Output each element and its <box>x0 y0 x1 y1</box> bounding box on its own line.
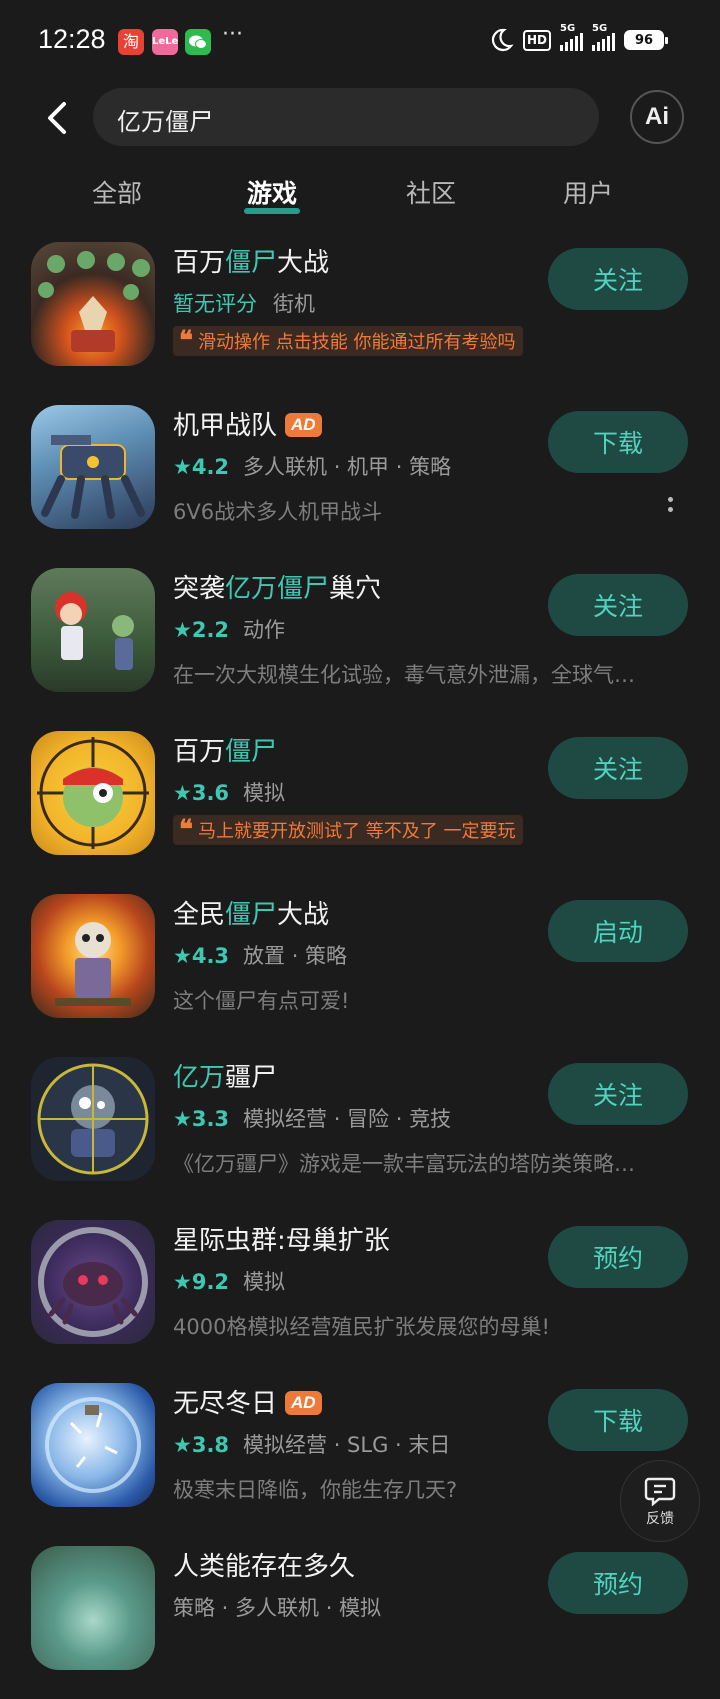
game-meta: ★9.2 模拟 <box>173 1270 286 1294</box>
rating: ★2.2 <box>173 618 230 642</box>
tab-all[interactable]: 全部 <box>92 174 142 210</box>
game-title: 百万僵尸大战 <box>173 248 330 278</box>
game-meta: ★4.3 放置 · 策略 <box>173 944 348 968</box>
status-right: HD 5G 5G 96 <box>488 23 668 53</box>
game-title: 机甲战队 AD <box>173 405 322 442</box>
game-description: 4000格模拟经营殖民扩张发展您的母巢! <box>173 1315 550 1339</box>
game-icon <box>31 1383 155 1507</box>
search-tabs: 全部 游戏 社区 用户 <box>0 168 720 220</box>
more-options-icon[interactable] <box>668 497 674 517</box>
game-title: 星际虫群:母巢扩张 <box>173 1226 390 1256</box>
game-title: 亿万疆尸 <box>173 1063 278 1093</box>
ad-badge: AD <box>285 413 322 437</box>
game-description: 在一次大规模生化试验，毒气意外泄漏，全球气… <box>173 663 635 687</box>
signal-icon-1: 5G <box>560 23 583 51</box>
game-icon <box>31 731 155 855</box>
search-query: 亿万僵尸 <box>117 108 213 136</box>
game-icon <box>31 568 155 692</box>
launch-button[interactable]: 启动 <box>548 900 688 962</box>
game-meta: 暂无评分 街机 <box>173 292 315 316</box>
game-icon <box>31 405 155 529</box>
follow-button[interactable]: 关注 <box>548 737 688 799</box>
rating: ★9.2 <box>173 1270 230 1294</box>
game-icon <box>31 1057 155 1181</box>
rating: ★3.8 <box>173 1433 230 1457</box>
tab-underline <box>243 208 301 214</box>
list-item[interactable]: 无尽冬日 AD ★3.8 模拟经营 · SLG · 末日 极寒末日降临，你能生存几天… <box>0 1373 720 1536</box>
game-meta: 策略 · 多人联机 · 模拟 <box>173 1596 382 1620</box>
game-title: 突袭亿万僵尸巢穴 <box>173 574 382 604</box>
game-icon <box>31 894 155 1018</box>
list-item[interactable]: 人类能存在多久 策略 · 多人联机 · 模拟 预约 <box>0 1536 720 1699</box>
download-button[interactable]: 下载 <box>548 1389 688 1451</box>
tab-games[interactable]: 游戏 <box>243 174 301 214</box>
list-item[interactable]: 机甲战队 AD ★4.2 多人联机 · 机甲 · 策略 6V6战术多人机甲战斗 下载 <box>0 395 720 558</box>
more-notifications-icon: ··· <box>222 22 243 47</box>
list-item[interactable]: 全民僵尸大战 ★4.3 放置 · 策略 这个僵尸有点可爱! 启动 <box>0 884 720 1047</box>
ai-assistant-button[interactable]: Ai <box>630 90 684 144</box>
follow-button[interactable]: 关注 <box>548 1063 688 1125</box>
game-description: 极寒末日降临，你能生存几天? <box>173 1478 458 1502</box>
status-time: 12:28 <box>38 24 106 54</box>
game-meta: ★3.8 模拟经营 · SLG · 末日 <box>173 1433 451 1457</box>
game-meta: ★2.2 动作 <box>173 618 286 642</box>
battery-icon: 96 <box>624 30 668 50</box>
game-icon <box>31 1220 155 1344</box>
quote-icon: ❝ <box>179 815 193 845</box>
back-arrow-icon[interactable] <box>40 100 76 136</box>
game-meta: ★3.6 模拟 <box>173 781 286 805</box>
list-item[interactable]: 百万僵尸 ★3.6 模拟 ❝ 马上就要开放测试了 等不及了 一定要玩 关注 <box>0 721 720 884</box>
reserve-button[interactable]: 预约 <box>548 1552 688 1614</box>
game-title: 无尽冬日 AD <box>173 1383 322 1420</box>
tab-users[interactable]: 用户 <box>563 174 613 210</box>
game-meta: ★4.2 多人联机 · 机甲 · 策略 <box>173 455 452 479</box>
signal-icon-2: 5G <box>592 23 615 51</box>
search-input[interactable]: 亿万僵尸 <box>93 88 599 146</box>
game-icon <box>31 1546 155 1670</box>
list-item[interactable]: 星际虫群:母巢扩张 ★9.2 模拟 4000格模拟经营殖民扩张发展您的母巢! 预约 <box>0 1210 720 1373</box>
rating: ★3.3 <box>173 1107 230 1131</box>
rating: ★3.6 <box>173 781 230 805</box>
taobao-app-icon: 淘 <box>118 29 144 55</box>
hd-icon: HD <box>522 29 551 51</box>
moon-icon <box>491 28 514 51</box>
feedback-icon <box>644 1477 676 1506</box>
game-title: 人类能存在多久 <box>173 1552 356 1582</box>
feedback-label: 反馈 <box>646 1511 674 1527</box>
game-title: 全民僵尸大战 <box>173 900 330 930</box>
rating: ★4.3 <box>173 944 230 968</box>
status-bar: 12:28 淘 LeLe ··· HD 5G 5G 96 <box>0 0 720 84</box>
lelei-app-icon: LeLe <box>152 29 178 55</box>
review-quote: ❝ 滑动操作 点击技能 你能通过所有考验吗 <box>173 326 524 356</box>
quote-icon: ❝ <box>179 326 193 356</box>
game-description: 这个僵尸有点可爱! <box>173 989 350 1013</box>
feedback-button[interactable]: 反馈 <box>620 1460 700 1542</box>
follow-button[interactable]: 关注 <box>548 574 688 636</box>
tab-community[interactable]: 社区 <box>406 174 456 210</box>
game-title: 百万僵尸 <box>173 737 278 767</box>
list-item[interactable]: 突袭亿万僵尸巢穴 ★2.2 动作 在一次大规模生化试验，毒气意外泄漏，全球气… 关… <box>0 558 720 721</box>
review-quote: ❝ 马上就要开放测试了 等不及了 一定要玩 <box>173 815 524 845</box>
game-description: 6V6战术多人机甲战斗 <box>173 500 383 524</box>
ad-badge: AD <box>285 1391 322 1415</box>
wechat-app-icon <box>185 29 211 55</box>
game-icon <box>31 242 155 366</box>
game-description: 《亿万疆尸》游戏是一款丰富玩法的塔防类策略… <box>173 1152 635 1176</box>
game-meta: ★3.3 模拟经营 · 冒险 · 竞技 <box>173 1107 452 1131</box>
download-button[interactable]: 下载 <box>548 411 688 473</box>
reserve-button[interactable]: 预约 <box>548 1226 688 1288</box>
list-item[interactable]: 亿万疆尸 ★3.3 模拟经营 · 冒险 · 竞技 《亿万疆尸》游戏是一款丰富玩法的… <box>0 1047 720 1210</box>
list-item[interactable]: 百万僵尸大战 暂无评分 街机 ❝ 滑动操作 点击技能 你能通过所有考验吗 关注 <box>0 232 720 395</box>
rating: ★4.2 <box>173 455 230 479</box>
follow-button[interactable]: 关注 <box>548 248 688 310</box>
